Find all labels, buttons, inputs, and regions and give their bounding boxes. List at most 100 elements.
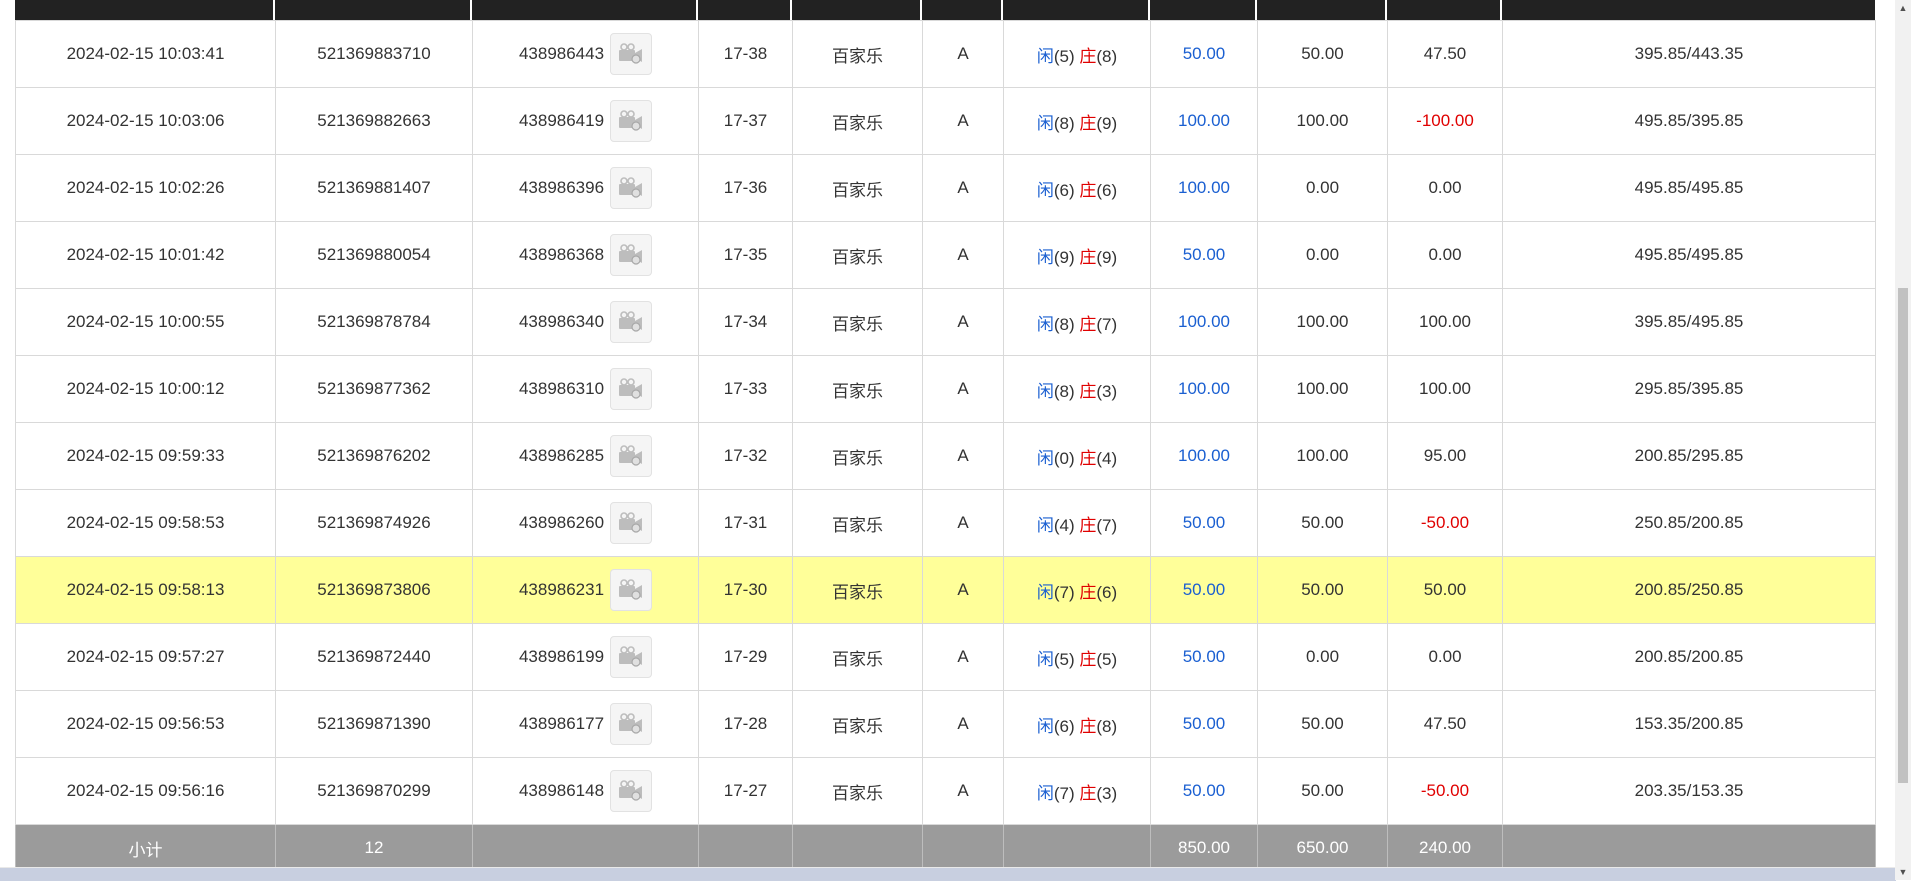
subtotal-empty [472,824,699,872]
video-replay-icon[interactable] [610,770,653,812]
cell-balance: 200.85/250.85 [1502,556,1876,624]
cell-side: A [922,690,1004,758]
cell-time: 2024-02-15 10:02:26 [15,154,276,222]
cell-balance: 203.35/153.35 [1502,757,1876,825]
player-label: 闲 [1036,582,1054,602]
subtotal-row: 小计 12 850.00 650.00 240.00 [15,824,1876,872]
player-label: 闲 [1036,716,1054,736]
cell-result: 闲(0) 庄(4) [1003,422,1151,490]
round-id-text: 438986148 [518,781,605,800]
bet-records-table-container: 2024-02-15 10:03:41 521369883710 438986443… [15,0,1876,872]
banker-score: (9) [1096,113,1118,133]
player-score: (5) [1053,649,1075,669]
scroll-down-arrow-icon[interactable]: ▼ [1895,864,1911,880]
cell-round-id: 438986177 [472,690,699,758]
cell-valid-bet: 50.00 [1257,556,1388,624]
table-row: 2024-02-15 10:03:41 521369883710 438986443… [15,20,1876,88]
cell-bet: 100.00 [1150,288,1258,356]
round-id-text: 438986231 [518,580,605,599]
cell-balance: 495.85/395.85 [1502,87,1876,155]
cell-table-no: 17-34 [698,288,793,356]
cell-win-loss: 0.00 [1387,221,1503,289]
video-replay-icon[interactable] [610,569,653,611]
round-id-text: 438986340 [518,312,605,331]
cell-time: 2024-02-15 09:58:53 [15,489,276,557]
scroll-thumb[interactable] [1898,288,1908,783]
scroll-up-arrow-icon[interactable]: ▲ [1895,0,1911,16]
player-label: 闲 [1036,783,1054,803]
vertical-scrollbar[interactable]: ▲ ▼ [1895,0,1911,880]
banker-score: (6) [1096,582,1118,602]
video-replay-icon[interactable] [610,100,653,142]
round-id-text: 438986443 [518,44,605,63]
video-replay-icon[interactable] [610,435,653,477]
player-score: (4) [1053,515,1075,535]
cell-time: 2024-02-15 10:01:42 [15,221,276,289]
cell-balance: 153.35/200.85 [1502,690,1876,758]
cell-balance: 495.85/495.85 [1502,221,1876,289]
video-replay-icon[interactable] [610,234,653,276]
cell-win-loss: 50.00 [1387,556,1503,624]
round-id-text: 438986199 [518,647,605,666]
cell-win-loss: 0.00 [1387,623,1503,691]
player-score: (5) [1053,46,1075,66]
banker-label: 庄 [1079,783,1097,803]
cell-balance: 395.85/495.85 [1502,288,1876,356]
round-id-text: 438986285 [518,446,605,465]
video-replay-icon[interactable] [610,368,653,410]
table-body: 2024-02-15 10:03:41 521369883710 438986443… [15,20,1876,825]
bet-records-table: 2024-02-15 10:03:41 521369883710 438986443… [15,20,1876,872]
cell-result: 闲(5) 庄(8) [1003,20,1151,88]
cell-result: 闲(7) 庄(6) [1003,556,1151,624]
banker-label: 庄 [1079,716,1097,736]
video-replay-icon[interactable] [610,33,653,75]
cell-time: 2024-02-15 09:56:53 [15,690,276,758]
cell-side: A [922,221,1004,289]
cell-table-no: 17-27 [698,757,793,825]
cell-round-id: 438986285 [472,422,699,490]
video-replay-icon[interactable] [610,301,653,343]
banker-score: (8) [1096,716,1118,736]
cell-balance: 250.85/200.85 [1502,489,1876,557]
cell-side: A [922,757,1004,825]
player-score: (9) [1053,247,1075,267]
video-replay-icon[interactable] [610,502,653,544]
cell-order-id: 521369882663 [275,87,473,155]
cell-time: 2024-02-15 09:58:13 [15,556,276,624]
player-score: (0) [1053,448,1075,468]
cell-round-id: 438986148 [472,757,699,825]
cell-bet: 50.00 [1150,757,1258,825]
cell-result: 闲(8) 庄(9) [1003,87,1151,155]
cell-game: 百家乐 [792,690,923,758]
cell-balance: 395.85/443.35 [1502,20,1876,88]
table-header-bar [15,0,1875,20]
cell-side: A [922,422,1004,490]
subtotal-label: 小计 [15,824,276,872]
cell-game: 百家乐 [792,87,923,155]
table-row: 2024-02-15 09:56:16 521369870299 438986148… [15,757,1876,825]
cell-bet: 50.00 [1150,690,1258,758]
cell-win-loss: 47.50 [1387,20,1503,88]
player-label: 闲 [1036,448,1054,468]
cell-result: 闲(9) 庄(9) [1003,221,1151,289]
cell-game: 百家乐 [792,556,923,624]
cell-side: A [922,20,1004,88]
cell-win-loss: 100.00 [1387,288,1503,356]
round-id-text: 438986310 [518,379,605,398]
banker-score: (5) [1096,649,1118,669]
video-replay-icon[interactable] [610,703,653,745]
cell-time: 2024-02-15 10:00:55 [15,288,276,356]
player-label: 闲 [1036,180,1054,200]
cell-order-id: 521369877362 [275,355,473,423]
banker-label: 庄 [1079,247,1097,267]
banker-label: 庄 [1079,314,1097,334]
banker-score: (8) [1096,46,1118,66]
player-score: (7) [1053,783,1075,803]
subtotal-count: 12 [275,824,473,872]
cell-game: 百家乐 [792,288,923,356]
table-row: 2024-02-15 10:00:12 521369877362 438986310… [15,355,1876,423]
player-label: 闲 [1036,649,1054,669]
video-replay-icon[interactable] [610,636,653,678]
subtotal-empty [922,824,1004,872]
video-replay-icon[interactable] [610,167,653,209]
